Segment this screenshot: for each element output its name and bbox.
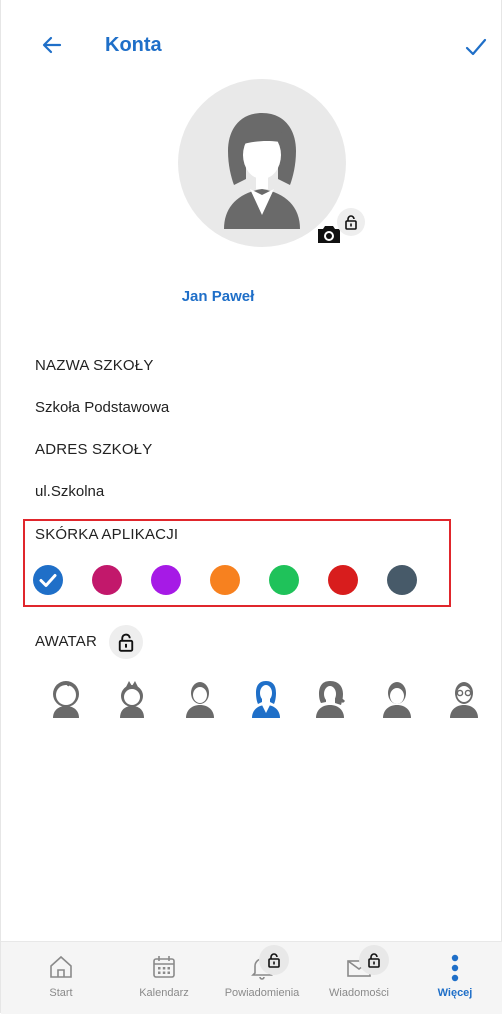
nav-item-kalendarz[interactable]: Kalendarz — [129, 942, 199, 1014]
user-name: Jan Paweł — [181, 288, 255, 305]
child-icon — [120, 681, 144, 718]
unlock-icon — [368, 953, 380, 968]
skin-color-swatch[interactable] — [33, 565, 63, 595]
skin-color-swatch[interactable] — [328, 565, 358, 595]
avatar-lock-badge[interactable] — [109, 625, 143, 659]
nav-item-wiecej[interactable]: Więcej — [425, 942, 485, 1014]
avatar-option-girl[interactable] — [313, 678, 347, 718]
back-button[interactable] — [37, 30, 67, 60]
skin-color-swatch[interactable] — [151, 565, 181, 595]
woman-icon — [252, 681, 280, 718]
more-vertical-icon — [451, 954, 459, 982]
avatar-option-boy[interactable] — [183, 678, 217, 718]
school-name-label: NAZWA SZKOŁY — [35, 357, 154, 374]
avatar-option-man[interactable] — [380, 678, 414, 718]
baby-icon — [53, 681, 79, 718]
unlock-icon — [118, 633, 134, 652]
nav-label: Powiadomienia — [224, 987, 300, 999]
nav-label: Więcej — [437, 987, 473, 999]
unlock-icon — [345, 215, 357, 230]
avatar-option-child[interactable] — [115, 678, 149, 718]
unlock-icon — [268, 953, 280, 968]
boy-icon — [186, 682, 214, 718]
school-address-label: ADRES SZKOŁY — [35, 441, 153, 458]
school-name-value[interactable]: Szkoła Podstawowa — [35, 399, 169, 416]
skin-color-swatch[interactable] — [210, 565, 240, 595]
checkmark-icon — [465, 38, 487, 56]
avatar-label: AWATAR — [35, 633, 98, 650]
old-man-icon — [450, 682, 478, 718]
school-address-value[interactable]: ul.Szkolna — [35, 483, 104, 500]
page-title: Konta — [105, 34, 162, 56]
calendar-icon — [153, 956, 175, 978]
arrow-left-icon — [42, 36, 62, 54]
home-icon — [50, 955, 72, 978]
nav-label: Kalendarz — [139, 987, 189, 999]
nav-item-start[interactable]: Start — [26, 942, 96, 1014]
app-screen: Konta Jan Paweł NAZWA SZKOŁY Szkoła Pods… — [0, 0, 502, 1014]
messages-lock-badge — [359, 945, 389, 975]
skin-color-swatch[interactable] — [387, 565, 417, 595]
man-icon — [383, 682, 411, 718]
nav-label: Wiadomości — [329, 987, 389, 999]
skin-label: SKÓRKA APLIKACJI — [35, 526, 179, 543]
confirm-button[interactable] — [461, 32, 491, 62]
skin-color-swatch[interactable] — [269, 565, 299, 595]
avatar-option-baby[interactable] — [49, 678, 83, 718]
skin-color-swatch[interactable] — [92, 565, 122, 595]
avatar-option-woman[interactable] — [249, 678, 283, 718]
notifications-lock-badge — [259, 945, 289, 975]
checkmark-icon — [39, 574, 57, 587]
bottom-navigation: Start Kalendarz Powiadomienia Wiadomości… — [1, 941, 502, 1014]
nav-label: Start — [49, 987, 73, 999]
photo-lock-badge — [337, 208, 365, 236]
girl-icon — [316, 681, 346, 718]
avatar-option-old-man[interactable] — [447, 678, 481, 718]
